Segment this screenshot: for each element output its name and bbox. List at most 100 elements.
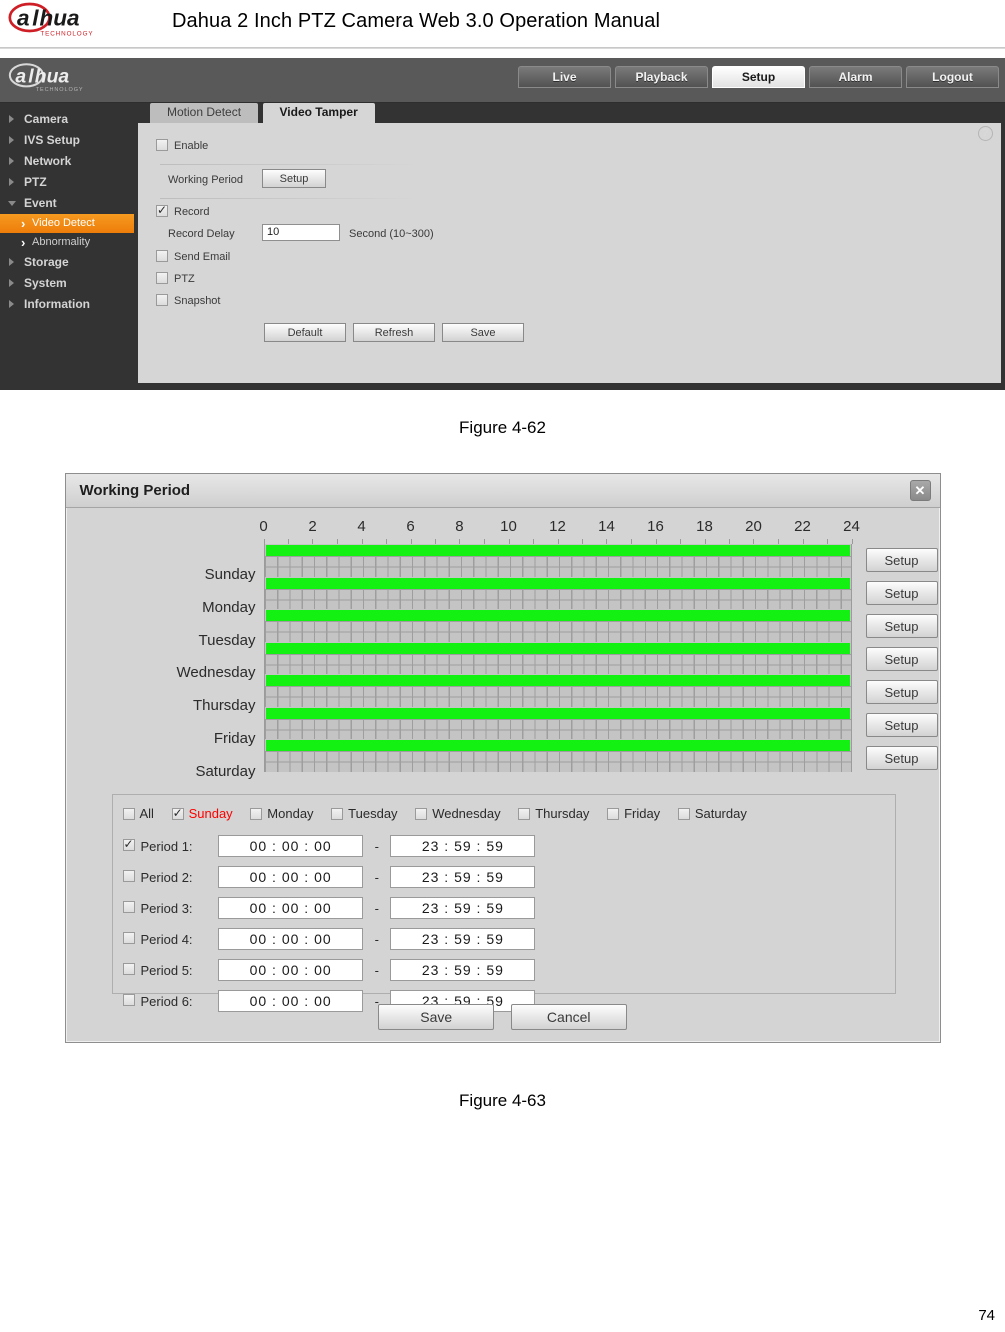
sidebar-item-ptz[interactable]: PTZ bbox=[0, 172, 134, 193]
nav-tab-logout[interactable]: Logout bbox=[906, 66, 999, 88]
refresh-button[interactable]: Refresh bbox=[353, 323, 435, 342]
main-nav-tabs[interactable]: Live Playback Setup Alarm Logout bbox=[518, 66, 999, 88]
sidebar-label: System bbox=[24, 276, 67, 290]
schedule-row-sunday[interactable] bbox=[264, 544, 851, 577]
schedule-cells[interactable] bbox=[264, 621, 851, 642]
checkbox-wednesday[interactable] bbox=[415, 808, 428, 820]
help-icon[interactable]: ? bbox=[978, 126, 993, 141]
sidebar-item-network[interactable]: Network bbox=[0, 151, 134, 172]
sidebar-label: Event bbox=[24, 196, 57, 210]
period-3-checkbox[interactable] bbox=[122, 901, 135, 914]
day-checkbox-label-tuesday: Tuesday bbox=[348, 806, 398, 821]
checkbox-friday[interactable] bbox=[607, 808, 620, 820]
schedule-bar[interactable] bbox=[265, 545, 850, 556]
checkbox-monday[interactable] bbox=[250, 808, 263, 820]
schedule-row-wednesday[interactable] bbox=[264, 642, 851, 675]
day-checkbox-label-all: All bbox=[139, 806, 154, 821]
schedule-cells[interactable] bbox=[264, 588, 851, 610]
dialog-cancel-button[interactable]: Cancel bbox=[510, 1004, 627, 1030]
checkbox-saturday[interactable] bbox=[677, 808, 690, 820]
record-delay-input[interactable]: 10 bbox=[262, 224, 340, 241]
schedule-grid[interactable] bbox=[263, 544, 852, 772]
period-1-checkbox[interactable] bbox=[122, 837, 135, 852]
checkbox-tuesday[interactable] bbox=[331, 808, 344, 820]
period-1-start-input[interactable]: 00 : 00 : 00 bbox=[218, 835, 364, 857]
dahua-logo-icon: a l hua TECHNOLOGY bbox=[8, 2, 93, 38]
checkbox-sunday[interactable] bbox=[171, 806, 184, 820]
sidebar-item-video-detect[interactable]: Video Detect bbox=[0, 214, 134, 233]
snapshot-checkbox[interactable] bbox=[156, 294, 168, 306]
send-email-checkbox[interactable] bbox=[156, 250, 168, 262]
hour-tick-label: 14 bbox=[598, 518, 615, 535]
sidebar-item-abnormality[interactable]: Abnormality bbox=[0, 233, 134, 252]
sidebar-label: Video Detect bbox=[32, 217, 95, 229]
sidebar-item-storage[interactable]: Storage bbox=[0, 252, 134, 273]
nav-tab-playback[interactable]: Playback bbox=[615, 66, 708, 88]
schedule-bar[interactable] bbox=[265, 610, 850, 622]
sidebar-item-system[interactable]: System bbox=[0, 273, 134, 294]
default-button[interactable]: Default bbox=[264, 323, 346, 342]
nav-tab-live[interactable]: Live bbox=[518, 66, 611, 88]
setup-button-tuesday[interactable]: Setup bbox=[865, 614, 938, 638]
schedule-row-monday[interactable] bbox=[264, 577, 851, 610]
checkbox-all[interactable] bbox=[122, 808, 135, 820]
content-area: Motion Detect Video Tamper ? Enable Work… bbox=[134, 103, 1005, 390]
period-4-end-input[interactable]: 23 : 59 : 59 bbox=[390, 928, 536, 950]
record-delay-label-wrap: Record Delay bbox=[168, 228, 235, 240]
range-separator: - bbox=[374, 869, 379, 885]
checkbox-thursday[interactable] bbox=[518, 808, 531, 820]
period-3-start-input[interactable]: 00 : 00 : 00 bbox=[218, 897, 364, 919]
period-4-start-input[interactable]: 00 : 00 : 00 bbox=[218, 928, 364, 950]
sidebar-label: Storage bbox=[24, 255, 69, 269]
close-icon[interactable]: ✕ bbox=[909, 480, 931, 501]
period-4-checkbox[interactable] bbox=[122, 932, 135, 945]
period-5-end-input[interactable]: 23 : 59 : 59 bbox=[390, 959, 536, 981]
schedule-row-saturday[interactable] bbox=[264, 739, 851, 772]
nav-tab-setup[interactable]: Setup bbox=[712, 66, 805, 88]
period-1-end-input[interactable]: 23 : 59 : 59 bbox=[390, 835, 536, 857]
setup-button-monday[interactable]: Setup bbox=[865, 581, 938, 605]
ptz-checkbox[interactable] bbox=[156, 272, 168, 284]
page-number: 74 bbox=[978, 1307, 995, 1324]
enable-row: Enable bbox=[156, 139, 208, 152]
tab-motion-detect[interactable]: Motion Detect bbox=[150, 103, 259, 123]
schedule-bar[interactable] bbox=[265, 577, 850, 589]
period-2-checkbox[interactable] bbox=[122, 870, 135, 883]
save-button[interactable]: Save bbox=[442, 323, 524, 342]
chevron-down-icon bbox=[8, 201, 16, 206]
period-5-start-input[interactable]: 00 : 00 : 00 bbox=[218, 959, 364, 981]
period-2-end-input[interactable]: 23 : 59 : 59 bbox=[390, 866, 536, 888]
schedule-bar[interactable] bbox=[265, 740, 850, 752]
sidebar-item-ivs-setup[interactable]: IVS Setup bbox=[0, 130, 134, 151]
setup-button-friday[interactable]: Setup bbox=[865, 713, 938, 737]
hour-tick-label: 10 bbox=[500, 518, 517, 535]
sidebar-item-information[interactable]: Information bbox=[0, 294, 134, 315]
period-3-end-input[interactable]: 23 : 59 : 59 bbox=[390, 897, 536, 919]
schedule-cells[interactable] bbox=[264, 751, 851, 772]
tab-video-tamper[interactable]: Video Tamper bbox=[262, 103, 375, 123]
working-period-setup-button[interactable]: Setup bbox=[262, 169, 326, 188]
period-5-checkbox[interactable] bbox=[122, 963, 135, 976]
record-checkbox[interactable] bbox=[156, 203, 168, 217]
dialog-save-button[interactable]: Save bbox=[378, 1004, 495, 1030]
schedule-cells[interactable] bbox=[264, 556, 851, 577]
sidebar-item-event[interactable]: Event bbox=[0, 193, 134, 214]
schedule-cells[interactable] bbox=[264, 686, 851, 707]
enable-checkbox[interactable] bbox=[156, 139, 168, 151]
nav-tab-alarm[interactable]: Alarm bbox=[809, 66, 902, 88]
setup-button-saturday[interactable]: Setup bbox=[865, 746, 938, 770]
schedule-bar[interactable] bbox=[265, 675, 850, 687]
sidebar-item-camera[interactable]: Camera bbox=[0, 109, 134, 130]
schedule-row-thursday[interactable] bbox=[264, 674, 851, 707]
schedule-row-tuesday[interactable] bbox=[264, 609, 851, 642]
period-2-start-input[interactable]: 00 : 00 : 00 bbox=[218, 866, 364, 888]
schedule-row-friday[interactable] bbox=[264, 707, 851, 740]
chevron-right-icon bbox=[9, 279, 14, 287]
setup-button-sunday[interactable]: Setup bbox=[865, 548, 938, 572]
schedule-bar[interactable] bbox=[265, 642, 850, 654]
schedule-bar[interactable] bbox=[265, 707, 850, 719]
schedule-cells[interactable] bbox=[264, 653, 851, 675]
setup-button-wednesday[interactable]: Setup bbox=[865, 647, 938, 671]
schedule-cells[interactable] bbox=[264, 718, 851, 740]
setup-button-thursday[interactable]: Setup bbox=[865, 680, 938, 704]
